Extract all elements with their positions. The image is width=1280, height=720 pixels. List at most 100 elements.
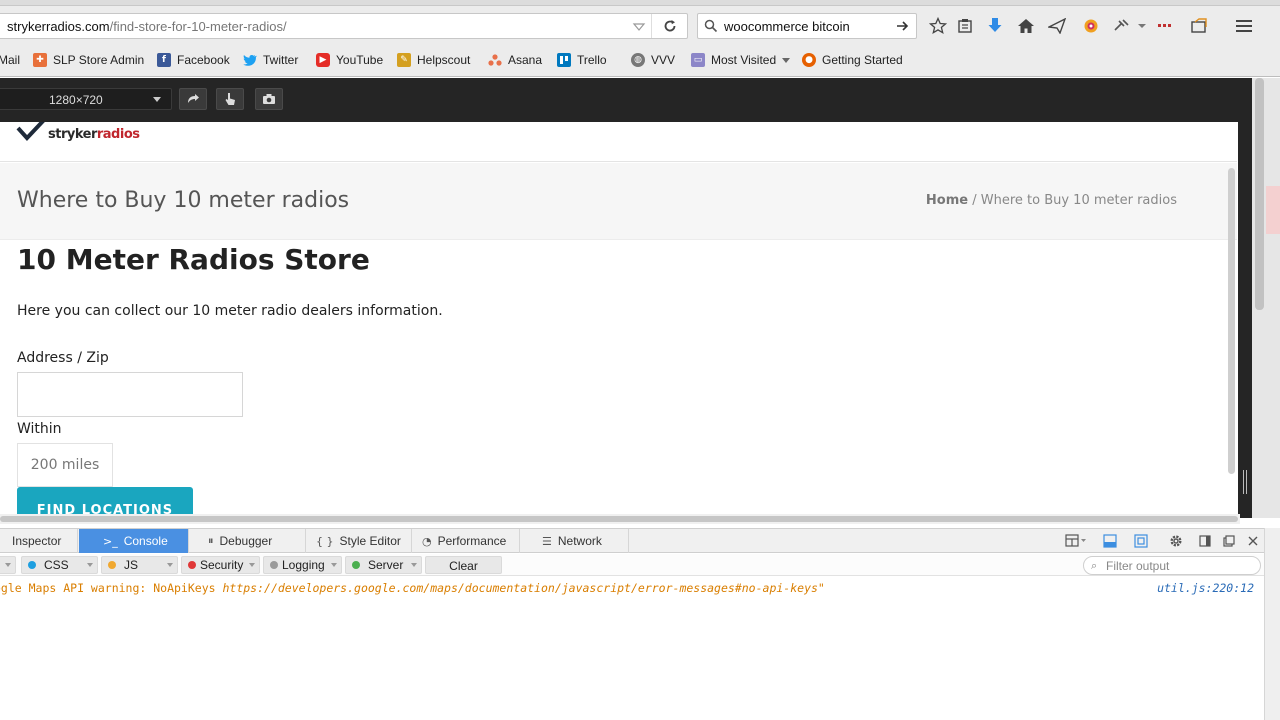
- style-editor-icon: { }: [316, 534, 334, 548]
- address-zip-input[interactable]: [17, 372, 243, 417]
- extension-box-icon[interactable]: [1188, 15, 1210, 37]
- chevron-down-icon: [249, 563, 255, 567]
- bookmark-star-icon[interactable]: [927, 15, 949, 37]
- window-scrollbar[interactable]: [1255, 78, 1264, 310]
- network-icon: ☰: [542, 534, 552, 548]
- browser-toolbar: strykerradios.com/find-store-for-10-mete…: [0, 0, 1280, 44]
- page-scrollbar[interactable]: [1228, 168, 1235, 474]
- extension-color-icon[interactable]: [1080, 15, 1102, 37]
- store-heading: 10 Meter Radios Store: [17, 243, 370, 276]
- devtools-right-edge: [1264, 528, 1280, 720]
- bookmark-label: Mail: [0, 53, 21, 67]
- bookmark-asana[interactable]: Asana: [488, 52, 542, 68]
- url-bar[interactable]: strykerradios.com/find-store-for-10-mete…: [0, 13, 688, 39]
- viewport-preset-value: 1280×720: [49, 93, 103, 107]
- search-icon: ⌕: [1091, 559, 1098, 572]
- bookmark-vvv[interactable]: ◍ VVV: [631, 52, 675, 68]
- screenshot-button[interactable]: [255, 88, 283, 110]
- bookmark-facebook[interactable]: f Facebook: [157, 52, 230, 68]
- facebook-icon: f: [157, 53, 171, 67]
- bookmark-slp-store-admin[interactable]: ✚ SLP Store Admin: [33, 52, 144, 68]
- bookmark-label: Helpscout: [417, 53, 471, 67]
- horizontal-scrollbar-thumb[interactable]: [0, 516, 1238, 522]
- horizontal-scrollbar[interactable]: [0, 514, 1240, 524]
- filter-logging[interactable]: Logging: [263, 556, 342, 574]
- tab-console[interactable]: >_ Console: [79, 529, 189, 553]
- bookmark-getting-started[interactable]: ● Getting Started: [802, 52, 903, 68]
- filter-label: Security: [200, 558, 244, 572]
- filter-label: JS: [124, 558, 139, 572]
- search-value[interactable]: woocommerce bitcoin: [724, 19, 850, 34]
- highlight-frames-icon[interactable]: [1132, 533, 1150, 549]
- close-icon[interactable]: [1244, 533, 1262, 549]
- bookmark-mail[interactable]: Mail: [0, 52, 20, 68]
- tab-network[interactable]: ☰ Network: [520, 529, 629, 553]
- logging-dot-icon: [270, 561, 278, 569]
- camera-icon: [263, 94, 275, 104]
- url-history-dropdown-icon[interactable]: [631, 20, 647, 34]
- filter-net-partial[interactable]: [0, 556, 16, 574]
- bookmark-youtube[interactable]: ▶ YouTube: [316, 52, 383, 68]
- send-tab-icon[interactable]: [1046, 15, 1068, 37]
- resize-grip-icon[interactable]: [1242, 470, 1248, 494]
- console-source-location[interactable]: util.js:220:12: [1157, 581, 1254, 595]
- filter-label: Logging: [282, 558, 325, 572]
- performance-icon: ◔: [422, 534, 432, 548]
- bookmark-helpscout[interactable]: ✎ Helpscout: [397, 52, 470, 68]
- within-radius-select[interactable]: 200 miles: [17, 443, 113, 487]
- extension-tools-icon[interactable]: [1111, 15, 1133, 37]
- responsive-mode-icon[interactable]: [1101, 533, 1119, 549]
- clear-console-button[interactable]: Clear: [425, 556, 502, 574]
- viewport-resize-edge[interactable]: [1238, 122, 1252, 518]
- filter-output-input[interactable]: ⌕ Filter output: [1083, 556, 1261, 575]
- chevron-down-icon[interactable]: [1136, 15, 1148, 37]
- tab-inspector[interactable]: Inspector: [0, 529, 78, 553]
- reading-list-icon[interactable]: [954, 15, 976, 37]
- filter-js[interactable]: JS: [101, 556, 178, 574]
- bookmark-label: VVV: [651, 53, 676, 67]
- bookmark-label: Trello: [577, 53, 607, 67]
- globe-icon: ◍: [631, 53, 645, 67]
- rotate-button[interactable]: [179, 88, 207, 110]
- url-text[interactable]: strykerradios.com/find-store-for-10-mete…: [7, 19, 287, 34]
- bookmark-twitter[interactable]: Twitter: [243, 52, 298, 68]
- split-console-icon[interactable]: [1062, 533, 1090, 549]
- bookmark-most-visited[interactable]: ▭ Most Visited: [691, 52, 791, 68]
- tab-label: Network: [557, 534, 602, 548]
- reload-icon[interactable]: [651, 14, 687, 38]
- site-logo[interactable]: strykerradios: [16, 122, 140, 142]
- downloads-icon[interactable]: [984, 15, 1006, 37]
- home-icon[interactable]: [1015, 15, 1037, 37]
- filter-css[interactable]: CSS: [21, 556, 98, 574]
- bookmark-label: SLP Store Admin: [53, 53, 145, 67]
- find-locations-button[interactable]: FIND LOCATIONS: [17, 487, 193, 514]
- logo-text-stryker: stryker: [48, 127, 97, 142]
- console-message: ogle Maps API warning: NoApiKeys https:/…: [0, 579, 1264, 597]
- touch-simulation-button[interactable]: [216, 88, 244, 110]
- server-dot-icon: [352, 561, 360, 569]
- tab-label: Style Editor: [339, 534, 401, 548]
- filter-server[interactable]: Server: [345, 556, 422, 574]
- undock-window-icon[interactable]: [1220, 533, 1238, 549]
- css-dot-icon: [28, 561, 36, 569]
- extension-dots-icon[interactable]: [1155, 15, 1177, 37]
- filter-security[interactable]: Security: [181, 556, 260, 574]
- viewport-preset-select[interactable]: 1280×720: [0, 88, 172, 110]
- dock-side-icon[interactable]: [1196, 533, 1214, 549]
- tab-strip-edge: [0, 0, 1280, 6]
- search-go-arrow-icon[interactable]: [896, 19, 910, 36]
- bookmark-trello[interactable]: Trello: [557, 52, 607, 68]
- tab-performance[interactable]: ◔ Performance: [412, 529, 520, 553]
- tab-debugger[interactable]: ⏸ Debugger: [196, 529, 306, 553]
- search-bar[interactable]: woocommerce bitcoin: [697, 13, 917, 39]
- breadcrumb-separator: /: [968, 193, 981, 208]
- filter-label: Server: [368, 558, 404, 572]
- hamburger-menu-icon[interactable]: [1233, 15, 1255, 37]
- gear-icon[interactable]: [1167, 533, 1185, 549]
- console-warning-text: ogle Maps API warning: NoApiKeys https:/…: [0, 581, 825, 595]
- bookmark-label: Facebook: [177, 53, 230, 67]
- console-warning-link[interactable]: https://developers.google.com/maps/docum…: [222, 581, 824, 595]
- tab-style-editor[interactable]: { } Style Editor: [306, 529, 412, 553]
- breadcrumb-home-link[interactable]: Home: [926, 193, 968, 208]
- chevron-down-icon: [153, 97, 161, 102]
